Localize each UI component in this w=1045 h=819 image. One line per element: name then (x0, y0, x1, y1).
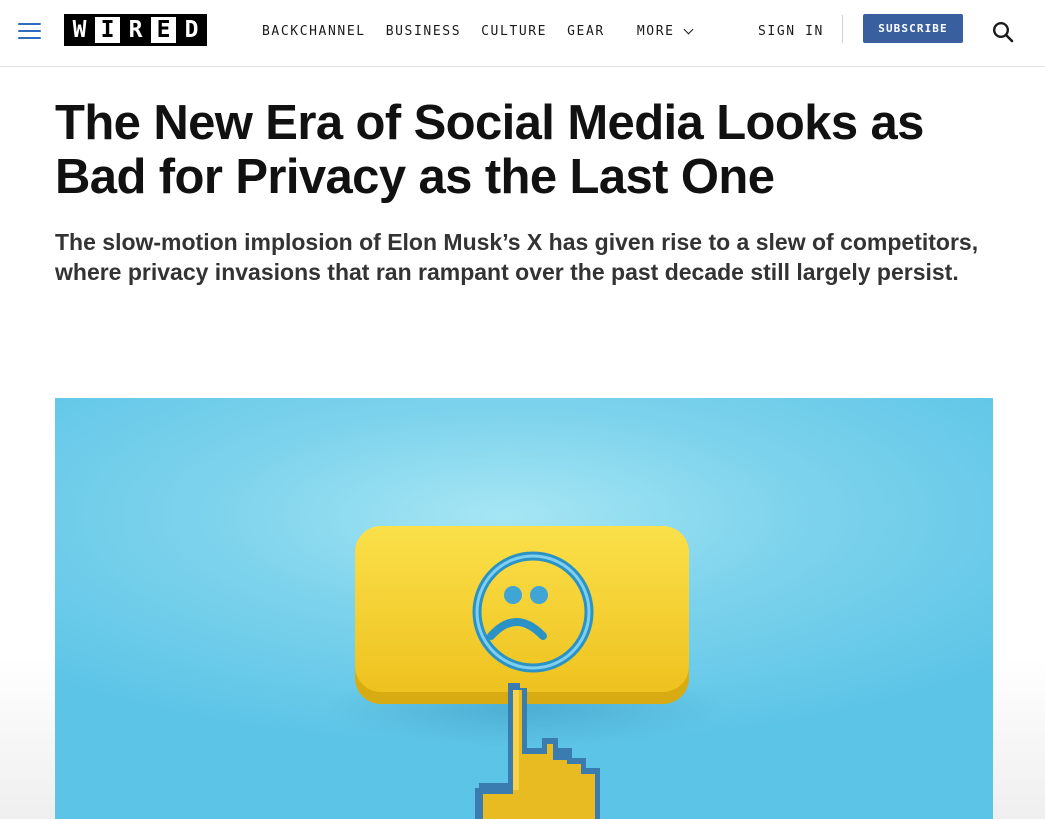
nav-more-label: MORE (636, 24, 675, 39)
nav-more-dropdown[interactable]: MORE (636, 23, 694, 41)
nav-item-business[interactable]: BUSINESS (386, 23, 461, 41)
logo-letter: E (148, 14, 179, 46)
article-headline: The New Era of Social Media Looks as Bad… (55, 96, 924, 204)
logo-letter: R (120, 14, 151, 46)
article-dek: The slow-motion implosion of Elon Musk’s… (55, 229, 979, 285)
nav-item-gear[interactable]: GEAR (567, 23, 605, 41)
page-fade-right (993, 655, 1045, 819)
logo-letter: I (92, 14, 123, 46)
logo-letter: D (176, 14, 207, 46)
site-header: W I R E D BACKCHANNEL BUSINESS CULTURE G… (0, 0, 1045, 67)
header-divider (842, 15, 843, 43)
page-fade-left (0, 655, 55, 819)
wired-logo[interactable]: W I R E D (64, 14, 207, 46)
sign-in-link[interactable]: SIGN IN (758, 23, 824, 41)
logo-letter: W (64, 14, 95, 46)
nav-item-backchannel[interactable]: BACKCHANNEL (262, 23, 366, 41)
subscribe-button[interactable]: SUBSCRIBE (863, 14, 963, 43)
chevron-down-icon (683, 24, 694, 35)
nav-item-culture[interactable]: CULTURE (481, 23, 547, 41)
search-icon[interactable] (991, 20, 1015, 44)
hamburger-menu-icon[interactable] (18, 21, 41, 41)
hero-image (55, 398, 993, 819)
primary-nav: BACKCHANNEL BUSINESS CULTURE GEAR MORE (262, 23, 712, 41)
